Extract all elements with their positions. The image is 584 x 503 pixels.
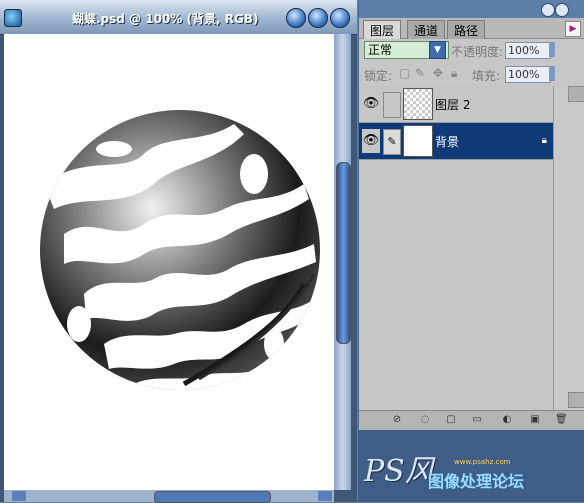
- layer-thumbnail: [403, 125, 433, 157]
- fill-field[interactable]: 100%: [505, 66, 551, 83]
- panel-titlebar[interactable]: [359, 0, 584, 18]
- trash-icon[interactable]: 🗑︎: [555, 414, 568, 426]
- scroll-right-icon[interactable]: [318, 491, 332, 501]
- layer-thumbnail: [403, 88, 433, 120]
- forum-logo: PS风 www.psahz.com 图像处理论坛: [358, 430, 584, 502]
- logo-url: www.psahz.com: [454, 458, 511, 466]
- minimize-icon[interactable]: [286, 8, 306, 28]
- opacity-slider-button[interactable]: [549, 42, 555, 57]
- lock-all-icon[interactable]: 🔒︎: [451, 66, 457, 81]
- panel-menu-icon[interactable]: ▶: [565, 21, 581, 37]
- brush-icon[interactable]: ✎: [383, 129, 401, 155]
- fill-label: 填充:: [472, 69, 501, 83]
- link-box[interactable]: [383, 92, 401, 118]
- liquid-metal-image: [40, 110, 320, 390]
- panel-close-icon[interactable]: [555, 3, 569, 17]
- layer-row-background[interactable]: 👁︎ ✎ 背景 🔒︎: [359, 123, 553, 160]
- lock-transparency-icon[interactable]: ▢: [399, 66, 410, 80]
- lock-row: 锁定: ▢ ✎ ✥ 🔒︎ 填充: 100%: [359, 63, 584, 85]
- document-window: 蝴蝶.psd @ 100% (背景, RGB): [0, 0, 357, 503]
- visibility-eye-icon[interactable]: 👁︎: [362, 92, 380, 116]
- tab-paths[interactable]: 路径: [447, 20, 486, 39]
- lock-icon: 🔒︎: [541, 135, 547, 146]
- maximize-icon[interactable]: [308, 8, 328, 28]
- logo-text: PS风: [364, 454, 435, 489]
- link-layers-icon[interactable]: ⊘: [391, 414, 403, 426]
- tab-layers[interactable]: 图层: [363, 20, 402, 39]
- layer-style-icon[interactable]: ◌: [419, 414, 431, 426]
- new-layer-icon[interactable]: ▣: [529, 414, 541, 426]
- new-group-icon[interactable]: ▭: [471, 414, 483, 426]
- scroll-up-icon[interactable]: [568, 86, 584, 102]
- layer-name: 背景: [435, 135, 460, 149]
- layers-footer: ⊘ ◌ ▢ ▭ ◐ ▣ 🗑︎: [359, 410, 584, 431]
- layer-mask-icon[interactable]: ▢: [445, 414, 457, 426]
- lock-paint-icon[interactable]: ✎: [415, 66, 425, 80]
- close-icon[interactable]: [330, 8, 350, 28]
- document-title: 蝴蝶.psd @ 100% (背景, RGB): [72, 12, 259, 26]
- document-titlebar[interactable]: 蝴蝶.psd @ 100% (背景, RGB): [0, 0, 357, 35]
- layer-name: 图层 2: [435, 98, 471, 112]
- fill-slider-button[interactable]: [549, 66, 555, 81]
- layers-panel: 图层 通道 路径 ▶ 正常 ▼ 不透明度: 100% 锁定: ▢ ✎ ✥ 🔒︎ …: [358, 0, 584, 431]
- vertical-scroll-thumb[interactable]: [336, 162, 351, 344]
- opacity-field[interactable]: 100%: [505, 42, 551, 59]
- visibility-eye-icon[interactable]: 👁︎: [362, 129, 380, 153]
- scroll-left-icon[interactable]: [12, 491, 26, 501]
- lock-label: 锁定:: [364, 69, 393, 83]
- scroll-down-icon[interactable]: [568, 392, 584, 408]
- document-canvas[interactable]: [4, 34, 334, 490]
- opacity-label: 不透明度:: [451, 45, 504, 59]
- tab-channels[interactable]: 通道: [407, 20, 446, 39]
- chevron-down-icon[interactable]: ▼: [429, 41, 446, 59]
- panel-minimize-icon[interactable]: [541, 3, 555, 17]
- adjustment-layer-icon[interactable]: ◐: [501, 414, 513, 426]
- layers-scrollbar[interactable]: [553, 86, 584, 410]
- layer-row-layer2[interactable]: 👁︎ 图层 2: [359, 86, 553, 123]
- blend-row: 正常 ▼ 不透明度: 100%: [359, 39, 584, 61]
- layers-list: 👁︎ 图层 2 👁︎ ✎ 背景 🔒︎: [359, 86, 553, 410]
- panel-tabs: 图层 通道 路径 ▶: [359, 18, 584, 39]
- horizontal-scrollbar[interactable]: [4, 490, 334, 503]
- lock-move-icon[interactable]: ✥: [433, 66, 443, 80]
- vertical-scrollbar[interactable]: [334, 34, 351, 490]
- photoshop-app-icon: [4, 9, 22, 27]
- horizontal-scroll-thumb[interactable]: [154, 491, 271, 503]
- logo-subtitle: 图像处理论坛: [428, 472, 525, 491]
